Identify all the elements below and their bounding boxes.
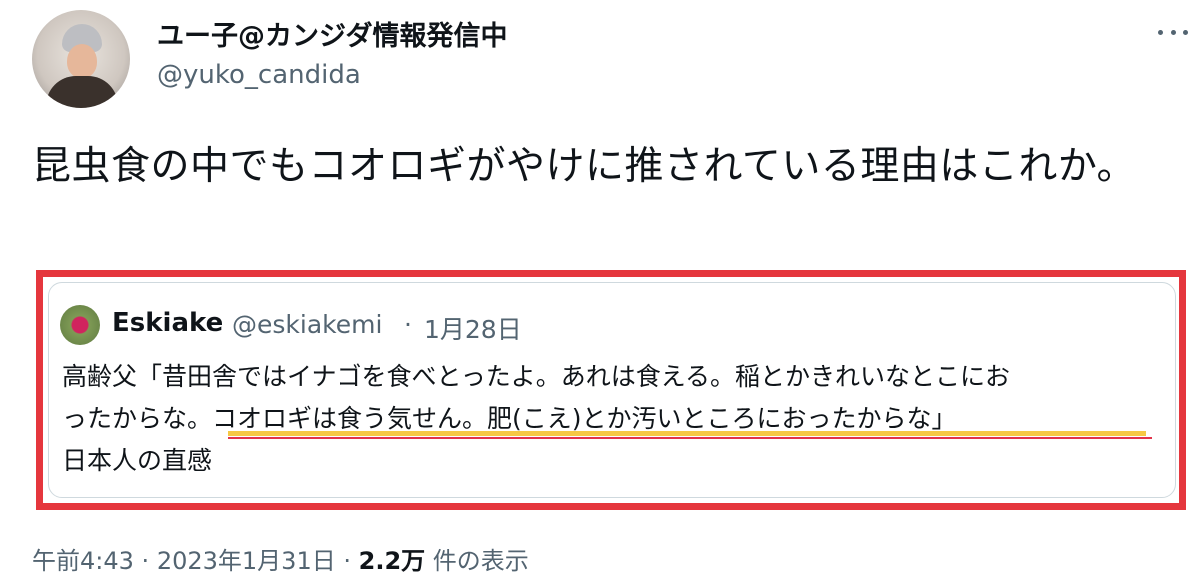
red-underline [228, 437, 1152, 439]
separator-dot: · [343, 547, 351, 575]
author-handle[interactable]: @yuko_candida [157, 60, 361, 90]
author-display-name[interactable]: ユー子@カンジダ情報発信中 [157, 14, 507, 53]
quoted-tweet-date[interactable]: 1月28日 [424, 310, 522, 346]
dot [1158, 29, 1163, 35]
quoted-author-avatar[interactable] [60, 305, 100, 345]
quoted-author-handle[interactable]: @eskiakemi [232, 310, 382, 339]
tweet-text: 昆虫食の中でもコオロギがやけに推されている理由はこれか。 [32, 144, 1137, 189]
quoted-text-line-1: 高齢父「昔田舎ではイナゴを食べとったよ。あれは食える。稲とかきれいなとこにお [62, 362, 1011, 391]
yellow-underline [228, 431, 1146, 436]
quoted-tweet-text: 高齢父「昔田舎ではイナゴを食べとったよ。あれは食える。稲とかきれいなとこにお っ… [62, 356, 1162, 482]
tweet-time[interactable]: 午前4:43 [32, 547, 134, 575]
tweet-meta: 午前4:43 · 2023年1月31日 · 2.2万 件の表示 [32, 541, 529, 576]
dot [1183, 29, 1188, 35]
avatar-face [67, 44, 97, 78]
views-label: 件の表示 [432, 547, 529, 575]
views-count: 2.2万 [358, 547, 426, 575]
quoted-text-line-3: 日本人の直感 [62, 446, 213, 475]
separator-dot: · [404, 310, 412, 339]
dot [1170, 29, 1176, 35]
more-options-icon[interactable] [1158, 22, 1188, 42]
tweet-date[interactable]: 2023年1月31日 [157, 547, 336, 575]
separator-dot: · [141, 547, 150, 575]
quoted-author-name[interactable]: Eskiake [112, 308, 223, 338]
avatar-coat [46, 76, 118, 108]
author-avatar[interactable] [32, 10, 130, 108]
